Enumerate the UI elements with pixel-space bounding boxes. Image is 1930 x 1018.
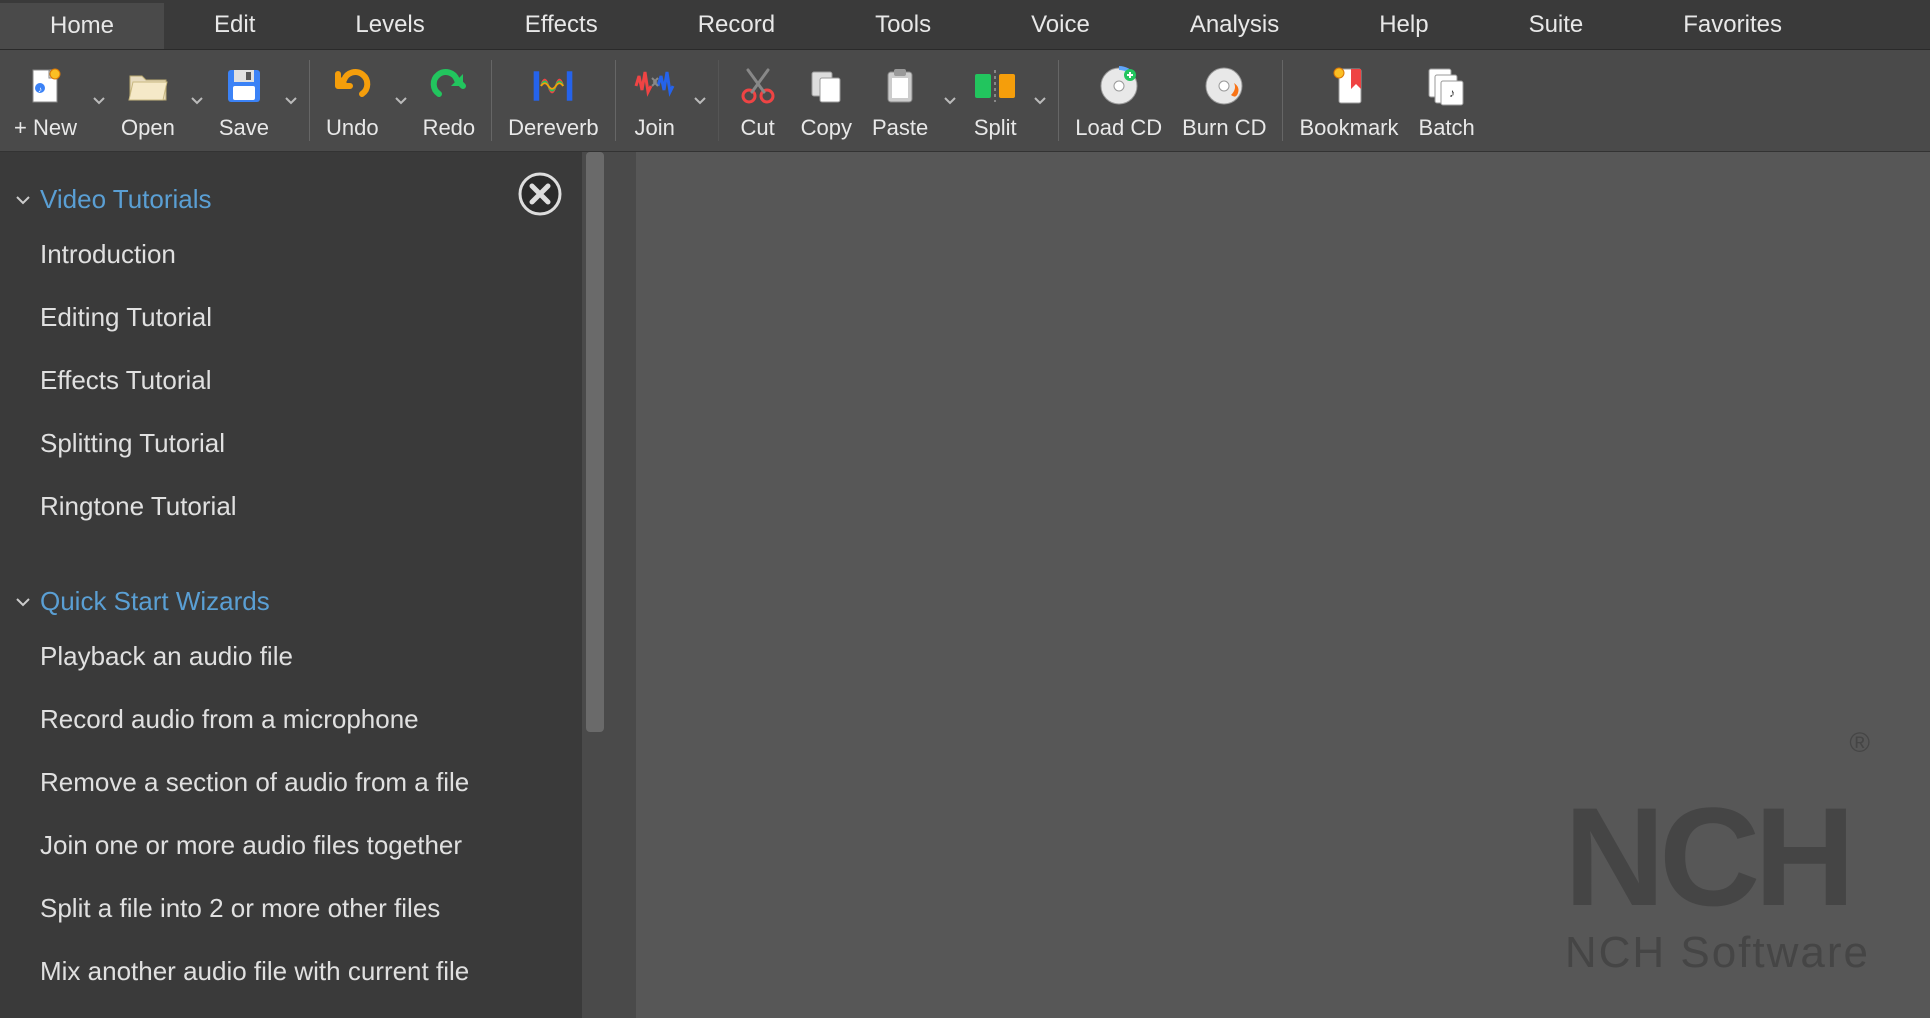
chevron-down-icon <box>16 192 32 208</box>
menu-bar: Home Edit Levels Effects Record Tools Vo… <box>0 0 1930 50</box>
sidebar-item-split-files[interactable]: Split a file into 2 or more other files <box>16 877 582 940</box>
open-label: Open <box>121 115 175 141</box>
copy-icon <box>803 63 849 109</box>
copy-label: Copy <box>801 115 852 141</box>
save-label: Save <box>219 115 269 141</box>
new-button[interactable]: ♪ + New <box>4 50 87 151</box>
brand-watermark: NCH® NCH Software <box>1564 797 1870 978</box>
batch-button[interactable]: ♪ Batch <box>1409 50 1485 151</box>
bookmark-label: Bookmark <box>1299 115 1398 141</box>
sidebar-panel: Video Tutorials Introduction Editing Tut… <box>0 152 608 1018</box>
join-icon <box>632 63 678 109</box>
tab-home[interactable]: Home <box>0 0 164 49</box>
dereverb-icon <box>530 63 576 109</box>
burncd-label: Burn CD <box>1182 115 1266 141</box>
sidebar-item-editing-tutorial[interactable]: Editing Tutorial <box>16 286 582 349</box>
tab-suite[interactable]: Suite <box>1479 0 1634 49</box>
loadcd-label: Load CD <box>1075 115 1162 141</box>
join-dropdown[interactable] <box>688 50 712 151</box>
save-dropdown[interactable] <box>279 50 303 151</box>
tab-help[interactable]: Help <box>1329 0 1478 49</box>
paste-dropdown[interactable] <box>938 50 962 151</box>
tab-analysis[interactable]: Analysis <box>1140 0 1329 49</box>
section-title: Video Tutorials <box>40 184 212 215</box>
main-canvas: NCH® NCH Software <box>636 152 1930 1018</box>
brand-logo: NCH <box>1564 778 1849 935</box>
chevron-down-icon <box>16 594 32 610</box>
paste-clipboard-icon <box>877 63 923 109</box>
tab-edit[interactable]: Edit <box>164 0 305 49</box>
sidebar-item-effects-tutorial[interactable]: Effects Tutorial <box>16 349 582 412</box>
paste-label: Paste <box>872 115 928 141</box>
section-video-tutorials[interactable]: Video Tutorials <box>16 176 582 223</box>
cut-button[interactable]: Cut <box>725 50 791 151</box>
sidebar-item-playback[interactable]: Playback an audio file <box>16 625 582 688</box>
undo-dropdown[interactable] <box>389 50 413 151</box>
sidebar-item-introduction[interactable]: Introduction <box>16 223 582 286</box>
undo-button[interactable]: Undo <box>316 50 389 151</box>
dereverb-label: Dereverb <box>508 115 598 141</box>
split-icon <box>972 63 1018 109</box>
bookmark-button[interactable]: Bookmark <box>1289 50 1408 151</box>
batch-icon: ♪ <box>1424 63 1470 109</box>
cut-scissors-icon <box>735 63 781 109</box>
tab-voice[interactable]: Voice <box>981 0 1140 49</box>
redo-button[interactable]: Redo <box>413 50 486 151</box>
cd-load-icon <box>1096 63 1142 109</box>
close-circle-icon <box>518 172 562 216</box>
redo-label: Redo <box>423 115 476 141</box>
sidebar-item-remove-section[interactable]: Remove a section of audio from a file <box>16 751 582 814</box>
cd-burn-icon <box>1201 63 1247 109</box>
new-dropdown[interactable] <box>87 50 111 151</box>
open-button[interactable]: Open <box>111 50 185 151</box>
batch-label: Batch <box>1419 115 1475 141</box>
join-label: Join <box>634 115 674 141</box>
close-panel-button[interactable] <box>516 170 564 218</box>
svg-text:♪: ♪ <box>1449 86 1455 100</box>
section-title: Quick Start Wizards <box>40 586 270 617</box>
bookmark-icon <box>1326 63 1372 109</box>
svg-text:♪: ♪ <box>38 85 42 94</box>
tab-record[interactable]: Record <box>648 0 825 49</box>
cut-label: Cut <box>741 115 775 141</box>
tab-tools[interactable]: Tools <box>825 0 981 49</box>
toolbar: ♪ + New Open <box>0 50 1930 152</box>
tab-favorites[interactable]: Favorites <box>1633 0 1832 49</box>
split-dropdown[interactable] <box>1028 50 1052 151</box>
copy-button[interactable]: Copy <box>791 50 862 151</box>
join-button[interactable]: Join <box>622 50 688 151</box>
paste-button[interactable]: Paste <box>862 50 938 151</box>
brand-subtitle: NCH Software <box>1564 928 1870 978</box>
splitter-handle[interactable] <box>608 152 636 1018</box>
sidebar-item-join-files[interactable]: Join one or more audio files together <box>16 814 582 877</box>
sidebar-scrollbar[interactable] <box>582 152 608 1018</box>
open-dropdown[interactable] <box>185 50 209 151</box>
sidebar-item-ringtone-tutorial[interactable]: Ringtone Tutorial <box>16 475 582 538</box>
open-folder-icon <box>125 63 171 109</box>
redo-icon <box>426 63 472 109</box>
sidebar-item-splitting-tutorial[interactable]: Splitting Tutorial <box>16 412 582 475</box>
tab-effects[interactable]: Effects <box>475 0 648 49</box>
section-quick-start-wizards[interactable]: Quick Start Wizards <box>16 578 582 625</box>
undo-icon <box>329 63 375 109</box>
save-button[interactable]: Save <box>209 50 279 151</box>
split-button[interactable]: Split <box>962 50 1028 151</box>
scrollbar-thumb[interactable] <box>586 152 604 732</box>
tab-levels[interactable]: Levels <box>305 0 474 49</box>
new-label: + New <box>14 115 77 141</box>
dereverb-button[interactable]: Dereverb <box>498 50 608 151</box>
loadcd-button[interactable]: Load CD <box>1065 50 1172 151</box>
burncd-button[interactable]: Burn CD <box>1172 50 1276 151</box>
undo-label: Undo <box>326 115 379 141</box>
brand-registered-icon: ® <box>1849 727 1870 758</box>
split-label: Split <box>974 115 1017 141</box>
new-file-icon: ♪ <box>22 63 68 109</box>
sidebar-item-record-mic[interactable]: Record audio from a microphone <box>16 688 582 751</box>
sidebar-item-mix-file[interactable]: Mix another audio file with current file <box>16 940 582 1003</box>
save-floppy-icon <box>221 63 267 109</box>
